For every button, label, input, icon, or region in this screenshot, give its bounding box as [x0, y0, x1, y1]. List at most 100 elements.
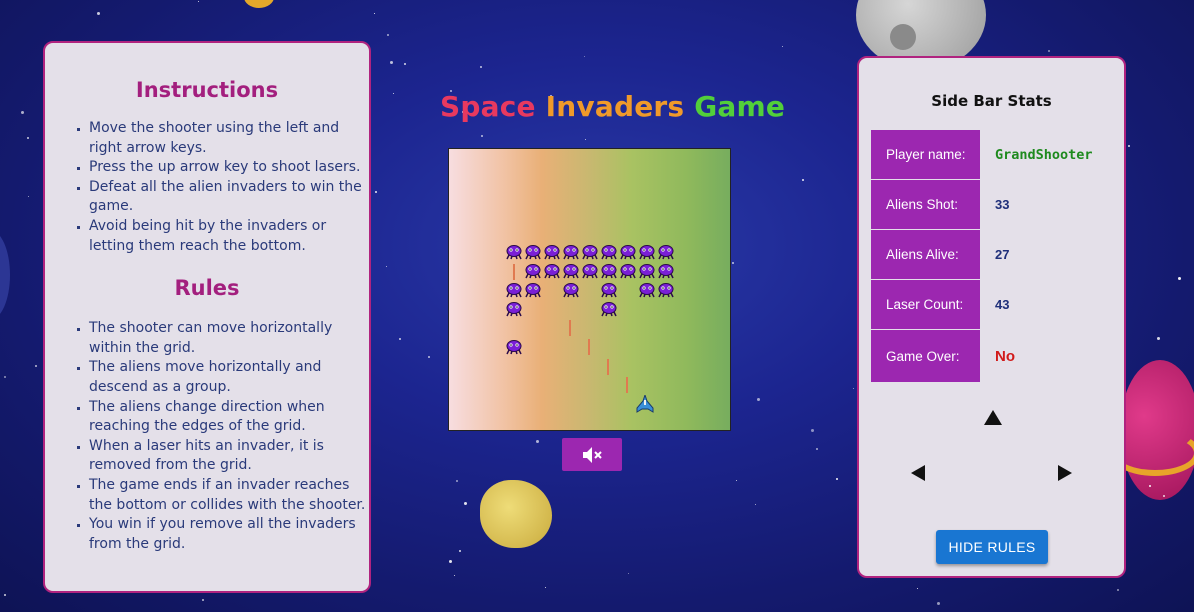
arrow-up-icon[interactable] [984, 410, 1002, 425]
background-star [853, 388, 854, 389]
alien-invader-icon [639, 283, 655, 298]
aliens-alive-value: 27 [995, 247, 1010, 262]
alien-invader-icon [506, 340, 522, 355]
stats-title: Side Bar Stats [931, 92, 1052, 110]
background-star [1117, 589, 1119, 591]
background-star [4, 376, 6, 378]
background-star [202, 599, 204, 601]
background-star [386, 266, 387, 267]
background-star [35, 365, 37, 367]
background-star [4, 594, 6, 596]
instructions-panel: Instructions Move the shooter using the … [43, 41, 371, 593]
laser-shot [569, 320, 571, 336]
background-star [782, 46, 783, 47]
stat-label: Aliens Shot: [871, 180, 980, 229]
stats-panel: Side Bar Stats Player name: GrandShooter… [857, 56, 1126, 578]
background-asteroid-small [244, 0, 274, 8]
alien-invader-icon [658, 283, 674, 298]
background-star [28, 196, 29, 197]
background-star [374, 13, 375, 14]
background-star [449, 560, 452, 563]
stat-label: Game Over: [871, 330, 980, 382]
arrow-left-icon[interactable] [911, 465, 925, 481]
alien-invader-icon [525, 264, 541, 279]
background-star [454, 575, 455, 576]
stat-row-aliens-shot: Aliens Shot: 33 [871, 180, 1111, 230]
alien-invader-icon [620, 264, 636, 279]
background-star [1128, 145, 1130, 147]
background-star [404, 63, 406, 65]
background-star [536, 440, 539, 443]
instruction-item: Avoid being hit by the invaders or letti… [89, 217, 369, 256]
alien-invader-icon [506, 245, 522, 260]
alien-invader-icon [563, 245, 579, 260]
stat-label: Player name: [871, 130, 980, 179]
alien-invader-icon [601, 245, 617, 260]
title-word-space: Space [440, 90, 536, 123]
background-moon-crater [890, 24, 916, 50]
background-star [545, 587, 546, 588]
hide-rules-button[interactable]: HIDE RULES [936, 530, 1048, 564]
background-planet-left [0, 230, 10, 320]
background-star [732, 262, 734, 264]
alien-invader-icon [563, 264, 579, 279]
background-star [480, 66, 482, 68]
background-star [27, 137, 29, 139]
background-star [1157, 337, 1160, 340]
stat-row-laser-count: Laser Count: 43 [871, 280, 1111, 330]
background-star [757, 398, 760, 401]
alien-invader-icon [525, 245, 541, 260]
arrow-right-icon[interactable] [1058, 465, 1072, 481]
stat-row-aliens-alive: Aliens Alive: 27 [871, 230, 1111, 280]
game-grid[interactable] [448, 148, 731, 431]
alien-invader-icon [601, 283, 617, 298]
laser-shot [626, 377, 628, 393]
laser-count-value: 43 [995, 297, 1010, 312]
title-word-game: Game [694, 90, 786, 123]
background-star [387, 34, 389, 36]
alien-invader-icon [658, 264, 674, 279]
background-star [1048, 50, 1050, 52]
background-star [836, 478, 838, 480]
alien-invader-icon [620, 245, 636, 260]
background-star [585, 139, 586, 140]
alien-invader-icon [563, 283, 579, 298]
background-star [21, 111, 24, 114]
background-asteroid [480, 480, 552, 548]
background-star [816, 448, 818, 450]
rule-item: You win if you remove all the invaders f… [89, 515, 369, 554]
background-star [937, 602, 940, 605]
background-star [393, 93, 394, 94]
alien-invader-icon [639, 264, 655, 279]
background-star [584, 56, 585, 57]
background-star [375, 191, 377, 193]
background-star [390, 61, 393, 64]
laser-shot [607, 359, 609, 375]
stat-row-game-over: Game Over: No [871, 330, 1111, 382]
mute-button[interactable] [562, 438, 622, 471]
rule-item: The game ends if an invader reaches the … [89, 476, 369, 515]
background-star [456, 480, 458, 482]
alien-invader-icon [601, 264, 617, 279]
stat-label: Aliens Alive: [871, 230, 980, 279]
alien-invader-icon [658, 245, 674, 260]
background-star [736, 480, 737, 481]
background-star [464, 502, 467, 505]
rule-item: The aliens move horizontally and descend… [89, 358, 369, 397]
shooter-ship-icon [636, 395, 654, 413]
title-word-invaders: Invaders [545, 90, 685, 123]
background-star [628, 573, 629, 574]
alien-invader-icon [639, 245, 655, 260]
instruction-item: Defeat all the alien invaders to win the… [89, 178, 369, 217]
background-star [428, 356, 430, 358]
alien-invader-icon [582, 245, 598, 260]
volume-mute-icon [583, 446, 602, 463]
rule-item: The shooter can move horizontally within… [89, 319, 369, 358]
laser-shot [513, 264, 515, 280]
background-star [1149, 485, 1151, 487]
instructions-heading: Instructions [135, 78, 279, 102]
aliens-shot-value: 33 [995, 197, 1010, 212]
background-star [917, 588, 918, 589]
rules-heading: Rules [174, 276, 240, 301]
background-star [802, 179, 804, 181]
